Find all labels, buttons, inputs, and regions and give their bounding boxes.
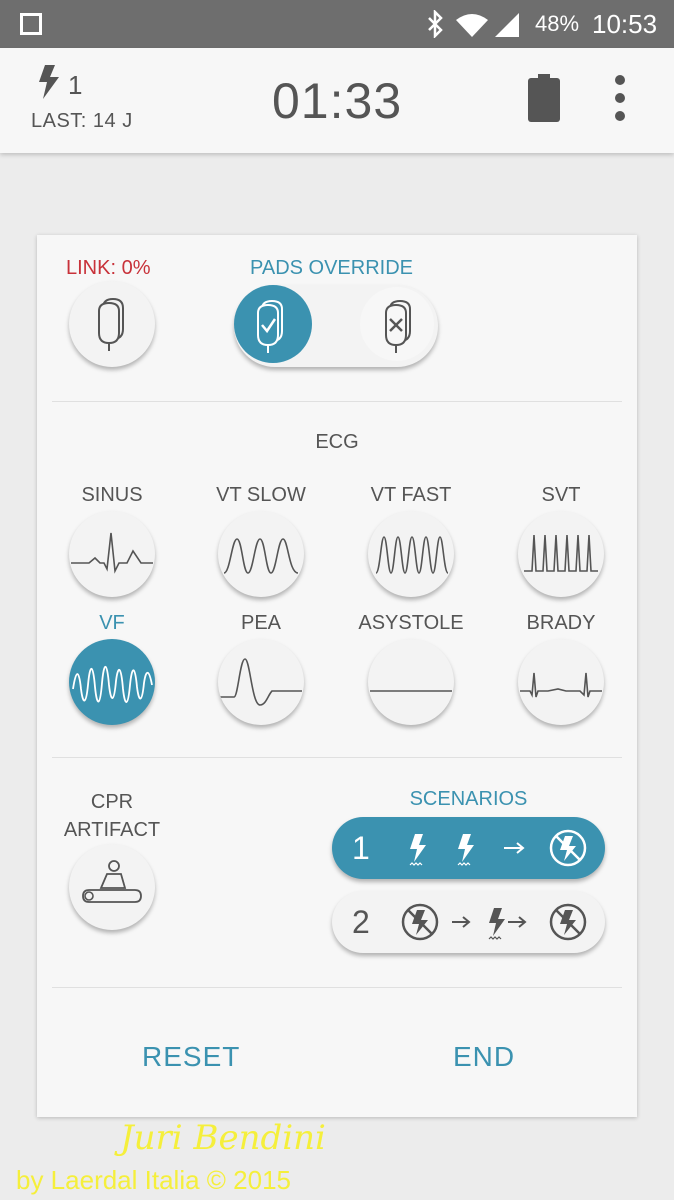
- pads-connected-option[interactable]: [234, 285, 312, 363]
- scenarios-title: SCENARIOS: [409, 788, 528, 810]
- rhythm-button-vt-slow[interactable]: [218, 511, 304, 597]
- more-options-icon[interactable]: [606, 72, 634, 124]
- rhythm-label-svt: SVT: [541, 484, 581, 506]
- rhythm-button-sinus[interactable]: [69, 511, 155, 597]
- pads-override-toggle[interactable]: [234, 285, 438, 367]
- control-panel-card: LINK: 0% PADS OVERRIDE ECG SINUS VT SLOW…: [37, 235, 637, 1117]
- rhythm-button-svt[interactable]: [518, 511, 604, 597]
- recent-apps-icon: [20, 13, 42, 35]
- pads-icon: [98, 297, 124, 351]
- rhythm-label-pea: PEA: [240, 612, 282, 634]
- scenario-2-button[interactable]: 2: [332, 891, 605, 953]
- rhythm-button-vf[interactable]: [69, 639, 155, 725]
- elapsed-timer: 01:33: [272, 73, 403, 129]
- signature-watermark: Juri Bendini: [120, 1118, 326, 1158]
- rhythm-button-vt-fast[interactable]: [368, 511, 454, 597]
- end-button[interactable]: END: [453, 1041, 515, 1073]
- pads-disconnected-option[interactable]: [360, 287, 434, 361]
- cpr-artifact-button[interactable]: [69, 844, 155, 930]
- rhythm-label-vf: VF: [99, 612, 125, 634]
- cpr-artifact-label: CPR ARTIFACT: [63, 791, 161, 841]
- credit-watermark: by Laerdal Italia © 2015: [16, 1165, 292, 1195]
- battery-icon[interactable]: [528, 74, 560, 122]
- top-toolbar: 1 LAST: 14 J 01:33: [0, 48, 674, 153]
- last-energy: LAST: 14 J: [31, 110, 133, 132]
- reset-button[interactable]: RESET: [142, 1041, 240, 1073]
- signal-icon: [495, 13, 519, 37]
- battery-percent: 48%: [535, 11, 580, 36]
- wifi-icon: [456, 14, 488, 37]
- cpr-person-icon: [82, 860, 142, 903]
- divider: [52, 401, 622, 402]
- rhythm-label-vt-slow: VT SLOW: [216, 484, 306, 506]
- pads-link-button[interactable]: [69, 281, 155, 367]
- rhythm-label-vt-fast: VT FAST: [370, 484, 452, 506]
- rhythm-label-asystole: ASYSTOLE: [358, 612, 464, 634]
- vf-wave-icon: [72, 665, 153, 703]
- scenario-1-button[interactable]: 1: [332, 817, 605, 879]
- pads-override-label: PADS OVERRIDE: [250, 257, 413, 279]
- clock: 10:53: [592, 9, 658, 39]
- pads-cross-icon: [385, 299, 411, 353]
- link-label: LINK: 0%: [66, 257, 151, 279]
- divider: [52, 757, 622, 758]
- rhythm-label-brady: BRADY: [526, 612, 596, 634]
- pads-check-icon: [257, 299, 283, 353]
- status-bar: 48% 10:53: [0, 0, 674, 48]
- rhythm-label-sinus: SINUS: [81, 484, 143, 506]
- vt-fast-wave-icon: [375, 536, 449, 574]
- svt-wave-icon: [524, 534, 598, 572]
- rhythm-button-asystole[interactable]: [368, 639, 454, 725]
- divider: [52, 987, 622, 988]
- rhythm-button-brady[interactable]: [518, 639, 604, 725]
- bluetooth-icon: [428, 10, 443, 38]
- shock-icon: [39, 65, 59, 99]
- brady-wave-icon: [520, 672, 602, 698]
- rhythm-button-pea[interactable]: [218, 639, 304, 725]
- shock-count: 1: [68, 70, 83, 100]
- vt-slow-wave-icon: [223, 538, 299, 574]
- sinus-wave-icon: [71, 532, 153, 574]
- scenario-1-sequence-icon: [409, 829, 587, 867]
- pea-wave-icon: [220, 658, 302, 706]
- asystole-wave-icon: [370, 690, 452, 692]
- scenario-2-sequence-icon: [401, 903, 587, 941]
- ecg-title: ECG: [315, 431, 359, 453]
